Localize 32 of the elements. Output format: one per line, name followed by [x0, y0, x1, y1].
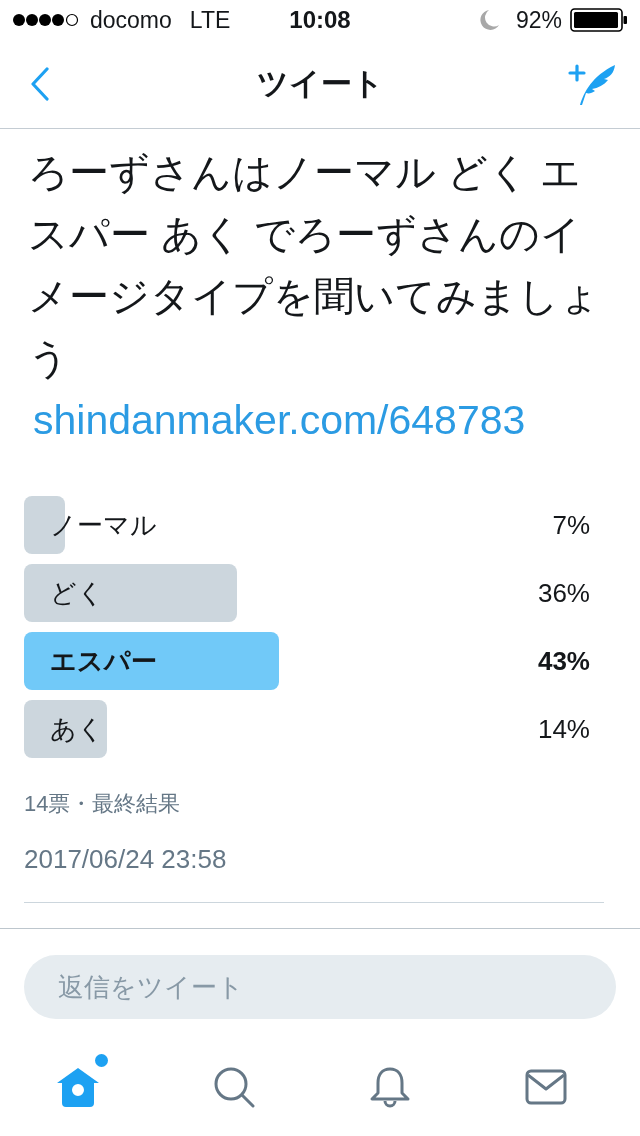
screen-title: ツイート [256, 65, 384, 103]
feather-plus-icon [568, 62, 616, 106]
signal-icon [12, 13, 80, 27]
bell-icon [369, 1066, 411, 1108]
poll-summary: 14票・最終結果 [24, 790, 182, 818]
network-type: LTE [189, 6, 231, 34]
poll-percentage: 36% [537, 577, 590, 609]
tab-button[interactable] [525, 1069, 567, 1105]
tweet-text: ろーずさんはノーマル どく エスパー あく でろーずさんのイメージタイプを聞いてみましょう [28, 149, 600, 382]
tab-button[interactable] [369, 1066, 411, 1108]
poll-option-label: あく [50, 712, 104, 746]
poll-option-label: エスパー [50, 644, 157, 678]
poll-percentage: 43% [537, 645, 590, 677]
poll-percentage: 7% [552, 509, 590, 541]
status-time: 10:08 [289, 6, 351, 34]
mail-icon [525, 1069, 567, 1105]
search-icon [213, 1066, 255, 1108]
reply-field[interactable]: 返信をツイート [24, 955, 616, 1019]
tab-button[interactable] [213, 1066, 255, 1108]
poll-option-label: ノーマル [50, 508, 157, 542]
home-icon [56, 1066, 100, 1108]
tweet-timestamp: 2017/06/24 23:58 [24, 843, 228, 876]
moon-icon [479, 9, 500, 31]
carrier-name: docomo [90, 6, 172, 34]
poll-percentage: 14% [537, 713, 590, 745]
battery-icon [570, 8, 628, 32]
battery-percentage: 92% [515, 6, 562, 34]
compose-button[interactable] [568, 62, 616, 106]
tweet-link[interactable]: shindanmaker.com/648783 [33, 396, 526, 444]
chevron-left-icon [30, 67, 50, 101]
tab-button[interactable] [56, 1066, 100, 1108]
poll-option-label: どく [50, 576, 104, 610]
